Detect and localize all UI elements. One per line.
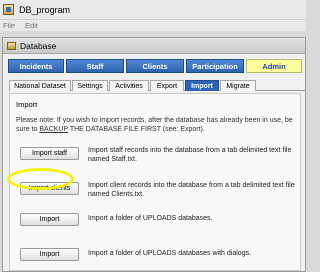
import-staff-description: Import staff records into the database f… — [88, 147, 292, 163]
import-with-dialogs-description: Import a folder of UPLOADS databases wit… — [88, 250, 252, 257]
import-folder-description: Import a folder of UPLOADS databases. — [88, 215, 213, 222]
note-text-2: THE DATABASE FILE FIRST (see: Export). — [68, 126, 205, 133]
menu-file[interactable]: File — [3, 21, 15, 30]
import-folder-button[interactable]: Import — [20, 213, 79, 226]
tab-incidents[interactable]: Incidents — [8, 59, 64, 73]
subtab-migrate[interactable]: Migrate — [220, 80, 256, 91]
subtab-national-dataset[interactable]: National Dataset — [9, 80, 71, 91]
tab-participation[interactable]: Participation — [186, 59, 244, 73]
subtab-import[interactable]: Import — [185, 80, 219, 91]
tab-staff[interactable]: Staff — [66, 59, 124, 73]
subtab-settings[interactable]: Settings — [72, 80, 108, 91]
tab-clients[interactable]: Clients — [126, 59, 184, 73]
import-clients-description: Import client records into the database … — [88, 182, 295, 198]
window-title: Database — [20, 40, 57, 51]
sub-tabs: National Dataset Settings Activities Exp… — [9, 79, 305, 91]
menu-edit[interactable]: Edit — [25, 21, 38, 30]
import-with-dialogs-button[interactable]: Import — [20, 248, 79, 261]
backup-link[interactable]: BACKUP — [39, 126, 68, 133]
highlight-ellipse — [7, 168, 74, 190]
backup-note: Please note: If you wish to import recor… — [16, 116, 298, 134]
main-tabs: Incidents Staff Clients Participation Ad… — [8, 59, 304, 74]
window-title-bar: Database — [3, 38, 305, 54]
database-window: Database Incidents Staff Clients Partici… — [2, 37, 306, 272]
section-title: Import — [16, 100, 38, 109]
app-icon — [3, 4, 14, 15]
app-title: DB_program — [19, 4, 71, 15]
subtab-activities[interactable]: Activities — [109, 80, 149, 91]
subtab-export[interactable]: Export — [150, 80, 184, 91]
menu-bar: File Edit — [0, 20, 306, 31]
import-staff-button[interactable]: Import staff — [20, 147, 79, 160]
tab-admin[interactable]: Admin — [246, 59, 302, 73]
database-icon — [7, 41, 16, 50]
title-bar: DB_program — [0, 0, 306, 20]
